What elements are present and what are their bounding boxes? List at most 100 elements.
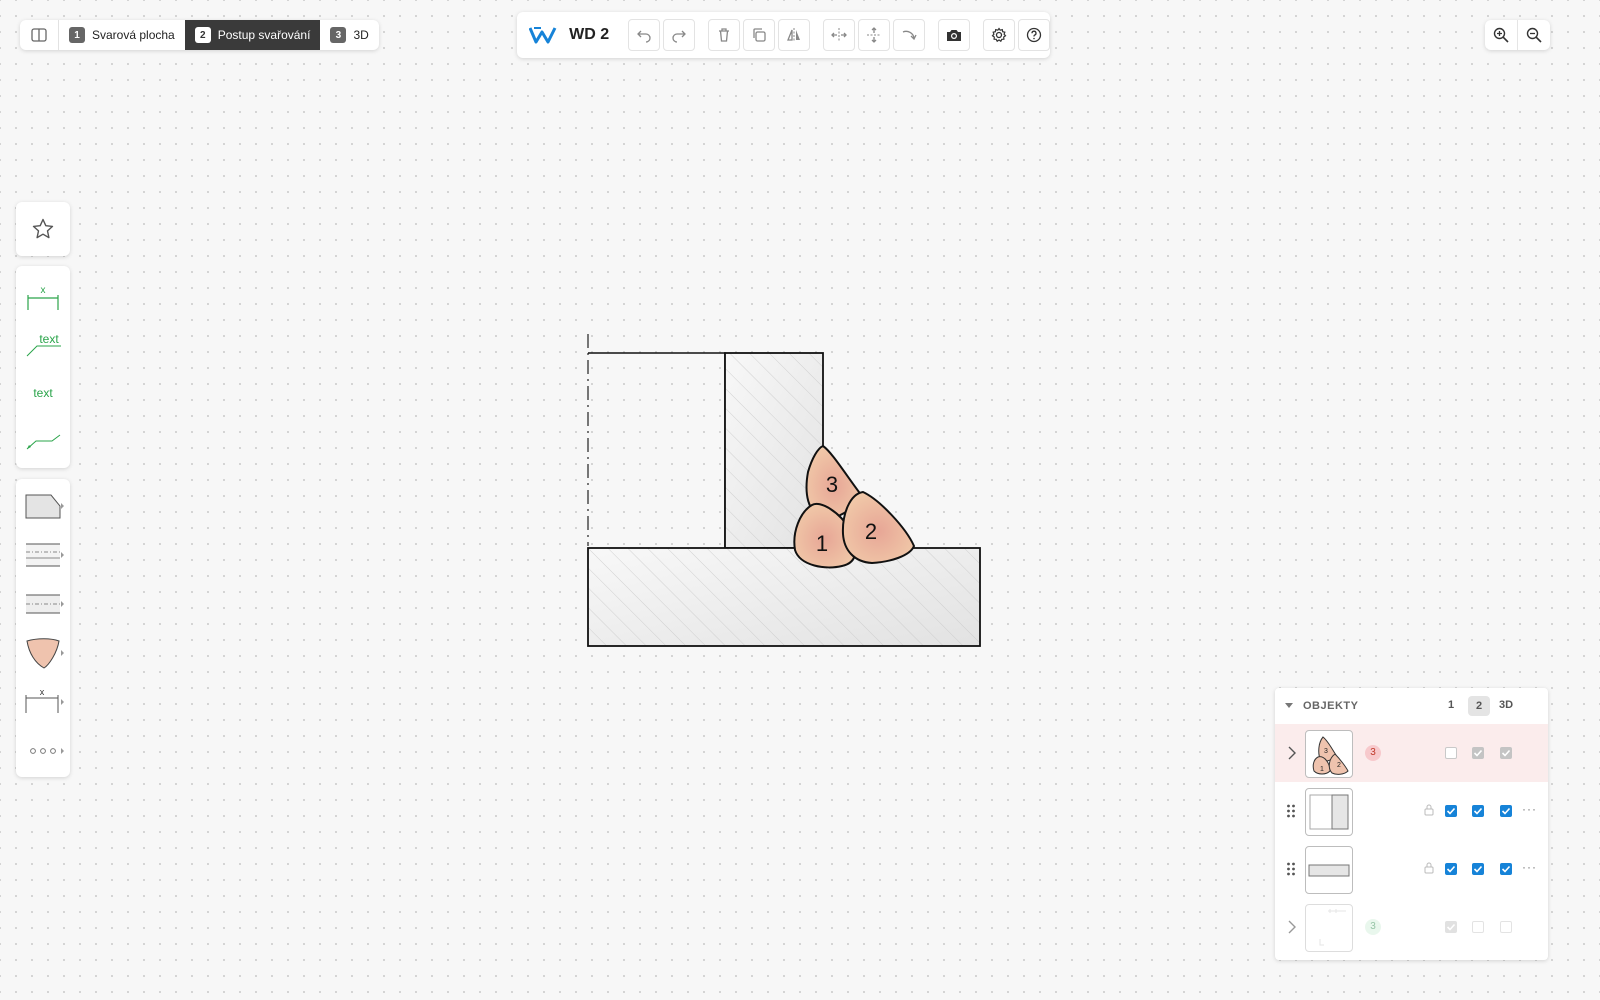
- centerline-shape-tool[interactable]: [16, 581, 70, 627]
- double-line-shape-icon: [26, 543, 60, 567]
- visibility-checkbox-2[interactable]: [1472, 747, 1484, 759]
- delete-button[interactable]: [707, 19, 740, 51]
- object-thumbnail: [1305, 846, 1353, 894]
- weld-bead-tool[interactable]: [16, 630, 70, 676]
- lock-icon[interactable]: [1424, 862, 1434, 874]
- centerline-shape-icon: [26, 594, 60, 614]
- object-row-horizontal-plate[interactable]: ···: [1275, 840, 1548, 898]
- flip-vertical-button[interactable]: [857, 19, 890, 51]
- tab-svarova-plocha[interactable]: 1 Svarová plocha: [59, 20, 185, 50]
- tab-number: 2: [194, 27, 211, 43]
- expand-caret-icon: [61, 699, 64, 705]
- weld-pass-label: 1: [816, 531, 828, 556]
- weld-pass-label: 3: [826, 472, 838, 497]
- dimension-tool[interactable]: x: [16, 274, 70, 320]
- rotate-button[interactable]: [892, 19, 925, 51]
- tab-number: 1: [69, 27, 85, 43]
- drag-handle-icon[interactable]: [1286, 861, 1296, 877]
- visibility-checkbox-3d[interactable]: [1500, 863, 1512, 875]
- visibility-checkbox-1[interactable]: [1445, 921, 1457, 933]
- object-row-vertical-plate[interactable]: ···: [1275, 782, 1548, 840]
- visibility-checkbox-2[interactable]: [1472, 921, 1484, 933]
- undo-icon: [636, 30, 651, 43]
- expand-caret-icon: [61, 552, 64, 558]
- redo-button[interactable]: [662, 19, 695, 51]
- star-icon[interactable]: [31, 217, 55, 241]
- visibility-checkbox-3d[interactable]: [1500, 921, 1512, 933]
- logo-icon: [528, 27, 556, 44]
- text-tool[interactable]: text: [16, 370, 70, 416]
- double-line-shape-tool[interactable]: [16, 532, 70, 578]
- visibility-checkbox-1[interactable]: [1445, 805, 1457, 817]
- rotate-icon: [902, 30, 917, 41]
- leader-text-label: text: [39, 332, 59, 346]
- undo-button[interactable]: [627, 19, 660, 51]
- visibility-checkbox-2[interactable]: [1472, 805, 1484, 817]
- camera-icon: [946, 30, 961, 41]
- visibility-checkbox-3d[interactable]: [1500, 805, 1512, 817]
- duplicate-icon: [753, 28, 766, 42]
- objects-panel-header[interactable]: OBJEKTY 1 2 3D: [1275, 688, 1548, 724]
- collapse-triangle-icon[interactable]: [1285, 703, 1293, 708]
- weld-pass-2[interactable]: 2: [841, 490, 916, 565]
- chevron-right-icon[interactable]: [1287, 920, 1297, 934]
- more-tools[interactable]: [16, 728, 70, 774]
- lock-icon[interactable]: [1424, 804, 1434, 816]
- dimension-label: x: [41, 285, 46, 296]
- settings-button[interactable]: [982, 19, 1015, 51]
- object-thumbnail: [1305, 904, 1353, 952]
- plate-shape-icon: [25, 494, 61, 519]
- duplicate-button[interactable]: [742, 19, 775, 51]
- gap-dimension-label: x: [40, 687, 45, 697]
- favorites-panel: [16, 202, 70, 256]
- plate-shape-tool[interactable]: [16, 483, 70, 529]
- zoom-in-button[interactable]: [1485, 20, 1517, 50]
- weld-drawing[interactable]: 3 1 2: [560, 320, 1000, 660]
- main-toolbar: WD 2: [517, 12, 1050, 58]
- screenshot-button[interactable]: [937, 19, 970, 51]
- zoom-out-button[interactable]: [1517, 20, 1550, 50]
- gap-dimension-tool[interactable]: x: [16, 679, 70, 725]
- object-row-weld-group[interactable]: 3 1 2 3: [1275, 724, 1548, 782]
- object-row-annotation-group[interactable]: 3: [1275, 898, 1548, 956]
- tab-postup-svarovani[interactable]: 2 Postup svařování: [184, 20, 321, 50]
- flip-horizontal-button[interactable]: [822, 19, 855, 51]
- app-logo: [521, 26, 564, 44]
- thumb-label: 1: [1320, 766, 1324, 773]
- help-icon: [1026, 27, 1042, 43]
- leader-text-tool[interactable]: text: [16, 322, 70, 368]
- split-view-button[interactable]: [20, 20, 59, 50]
- column-1[interactable]: 1: [1440, 699, 1462, 711]
- expand-caret-icon: [61, 650, 64, 656]
- leader-line-tool[interactable]: [16, 418, 70, 464]
- zoom-controls: [1485, 20, 1550, 50]
- leader-text-icon: text: [26, 332, 61, 357]
- tab-label: Postup svařování: [217, 28, 311, 42]
- leader-line-icon: [26, 434, 61, 450]
- objects-panel: OBJEKTY 1 2 3D 3 1 2 3 ··· ··· 3: [1275, 688, 1548, 960]
- visibility-checkbox-2[interactable]: [1472, 863, 1484, 875]
- drag-handle-icon[interactable]: [1286, 803, 1296, 819]
- tab-3d[interactable]: 3 3D: [320, 20, 378, 50]
- dimension-icon: x: [27, 285, 59, 310]
- visibility-checkbox-3d[interactable]: [1500, 747, 1512, 759]
- more-options-button[interactable]: ···: [1522, 802, 1537, 816]
- help-button[interactable]: [1017, 19, 1050, 51]
- thumb-label: 2: [1337, 762, 1341, 769]
- annotation-tools-panel: x text text: [16, 266, 70, 468]
- horizontal-plate[interactable]: [587, 547, 981, 647]
- more-dots-icon: [30, 748, 56, 754]
- more-options-button[interactable]: ···: [1522, 860, 1537, 874]
- objects-panel-title: OBJEKTY: [1303, 700, 1359, 712]
- gap-dimension-icon: x: [25, 687, 59, 713]
- column-2[interactable]: 2: [1468, 696, 1490, 716]
- chevron-right-icon[interactable]: [1287, 746, 1297, 760]
- flip-horizontal-icon: [830, 28, 847, 42]
- mirror-button[interactable]: [777, 19, 810, 51]
- tab-label: 3D: [353, 28, 369, 42]
- shape-tools-panel: x: [16, 479, 70, 777]
- weld-bead-icon: [26, 638, 60, 669]
- column-3d[interactable]: 3D: [1495, 699, 1517, 711]
- visibility-checkbox-1[interactable]: [1445, 747, 1457, 759]
- visibility-checkbox-1[interactable]: [1445, 863, 1457, 875]
